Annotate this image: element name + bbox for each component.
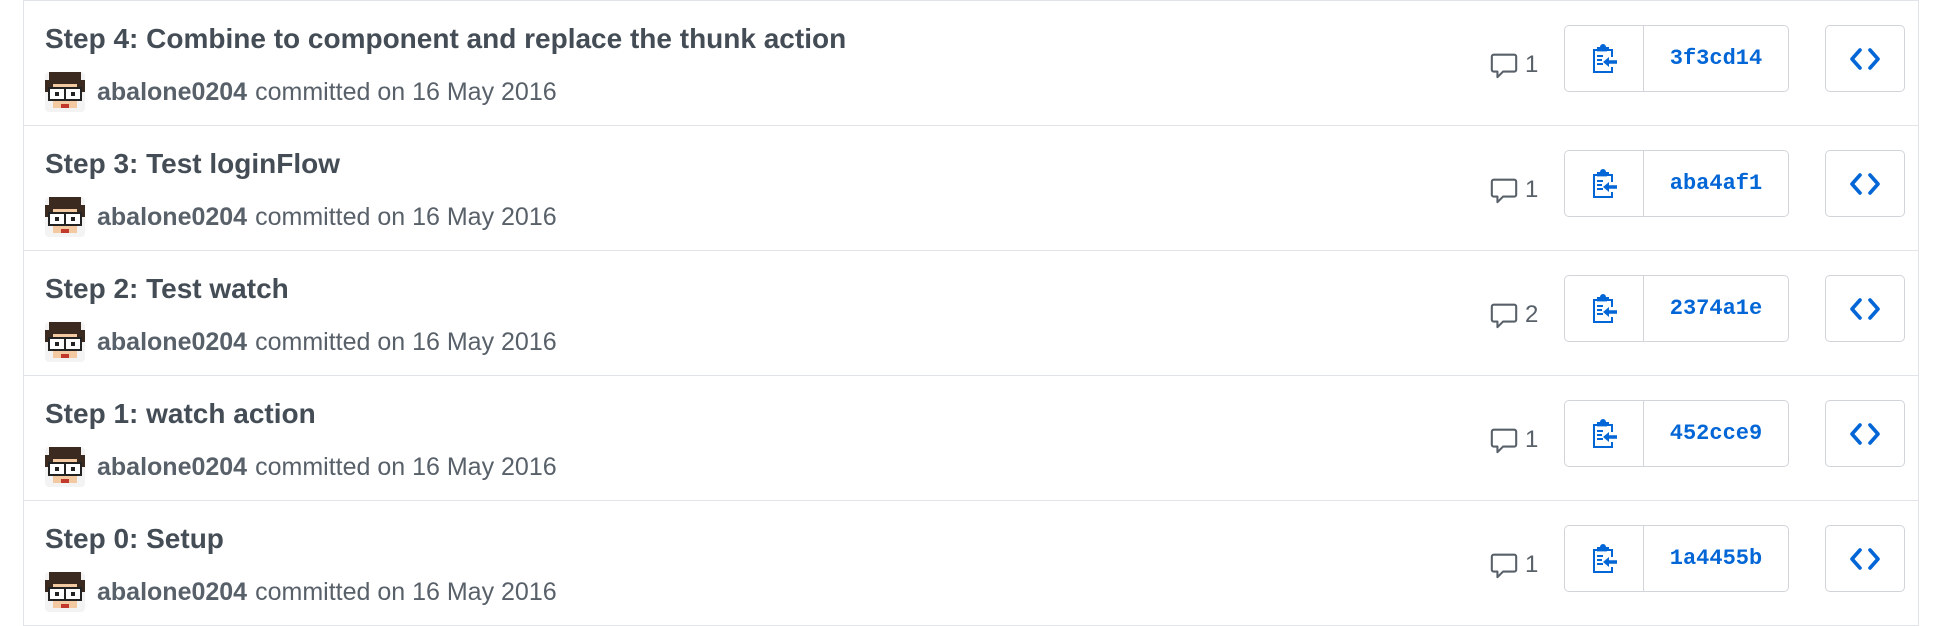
commit-meta: abalone0204 committed on 16 May 2016 bbox=[45, 72, 557, 112]
commit-author-link[interactable]: abalone0204 bbox=[97, 328, 247, 357]
commit-author-link[interactable]: abalone0204 bbox=[97, 578, 247, 607]
pixel-avatar-icon bbox=[45, 72, 85, 112]
clippy-icon bbox=[1593, 418, 1617, 448]
commit-meta: abalone0204 committed on 16 May 2016 bbox=[45, 197, 557, 237]
commit-row: Step 2: Test watch abalone0204 committed bbox=[24, 251, 1918, 376]
sha-button-group: 452cce9 bbox=[1564, 400, 1789, 467]
copy-sha-button[interactable] bbox=[1565, 401, 1644, 466]
author-avatar[interactable] bbox=[45, 197, 85, 237]
commit-date: committed on 16 May 2016 bbox=[255, 327, 557, 356]
code-icon bbox=[1850, 422, 1880, 445]
copy-sha-button[interactable] bbox=[1565, 276, 1644, 341]
code-icon bbox=[1850, 172, 1880, 195]
browse-files-button[interactable] bbox=[1825, 25, 1905, 92]
code-icon bbox=[1850, 297, 1880, 320]
commit-date: committed on 16 May 2016 bbox=[255, 577, 557, 606]
commit-title-link[interactable]: Step 2: Test watch bbox=[45, 273, 289, 305]
author-avatar[interactable] bbox=[45, 72, 85, 112]
browse-files-button[interactable] bbox=[1825, 400, 1905, 467]
author-avatar[interactable] bbox=[45, 572, 85, 612]
comment-icon bbox=[1490, 178, 1518, 204]
pixel-avatar-icon bbox=[45, 197, 85, 237]
commit-date: committed on 16 May 2016 bbox=[255, 77, 557, 106]
comment-count-link[interactable]: 1 bbox=[1489, 47, 1538, 83]
commit-sha-link[interactable]: aba4af1 bbox=[1644, 151, 1788, 216]
commit-title-link[interactable]: Step 3: Test loginFlow bbox=[45, 148, 340, 180]
commit-author-link[interactable]: abalone0204 bbox=[97, 453, 247, 482]
comment-count-link[interactable]: 1 bbox=[1489, 422, 1538, 458]
pixel-avatar-icon bbox=[45, 322, 85, 362]
clippy-icon bbox=[1593, 293, 1617, 323]
sha-button-group: 3f3cd14 bbox=[1564, 25, 1789, 92]
commit-row: Step 0: Setup abalone0204 committed on 1… bbox=[24, 501, 1918, 626]
commit-sha-link[interactable]: 452cce9 bbox=[1644, 401, 1788, 466]
comment-count-link[interactable]: 1 bbox=[1489, 547, 1538, 583]
sha-button-group: 1a4455b bbox=[1564, 525, 1789, 592]
browse-files-button[interactable] bbox=[1825, 525, 1905, 592]
comment-count-link[interactable]: 1 bbox=[1489, 172, 1538, 208]
commit-row: Step 3: Test loginFlow abalone0204 commi… bbox=[24, 126, 1918, 251]
commit-sha-link[interactable]: 3f3cd14 bbox=[1644, 26, 1788, 91]
commit-author-link[interactable]: abalone0204 bbox=[97, 78, 247, 107]
comment-icon bbox=[1490, 428, 1518, 454]
pixel-avatar-icon bbox=[45, 572, 85, 612]
commit-list: Step 4: Combine to component and replace… bbox=[23, 0, 1919, 626]
commit-title-link[interactable]: Step 0: Setup bbox=[45, 523, 224, 555]
commit-date: committed on 16 May 2016 bbox=[255, 452, 557, 481]
commit-title-link[interactable]: Step 1: watch action bbox=[45, 398, 316, 430]
commit-meta: abalone0204 committed on 16 May 2016 bbox=[45, 447, 557, 487]
comment-icon bbox=[1490, 53, 1518, 79]
comment-count: 2 bbox=[1525, 301, 1539, 328]
pixel-avatar-icon bbox=[45, 447, 85, 487]
comment-count-link[interactable]: 2 bbox=[1489, 297, 1538, 333]
commit-author-link[interactable]: abalone0204 bbox=[97, 203, 247, 232]
clippy-icon bbox=[1593, 168, 1617, 198]
code-icon bbox=[1850, 47, 1880, 70]
commit-meta: abalone0204 committed on 16 May 2016 bbox=[45, 572, 557, 612]
clippy-icon bbox=[1593, 543, 1617, 573]
sha-button-group: aba4af1 bbox=[1564, 150, 1789, 217]
author-avatar[interactable] bbox=[45, 322, 85, 362]
sha-button-group: 2374a1e bbox=[1564, 275, 1789, 342]
code-icon bbox=[1850, 547, 1880, 570]
comment-icon bbox=[1490, 303, 1518, 329]
commit-sha-link[interactable]: 2374a1e bbox=[1644, 276, 1788, 341]
commit-row: Step 4: Combine to component and replace… bbox=[24, 1, 1918, 126]
clippy-icon bbox=[1593, 43, 1617, 73]
commit-meta: abalone0204 committed on 16 May 2016 bbox=[45, 322, 557, 362]
comment-count: 1 bbox=[1525, 426, 1539, 453]
commit-sha-link[interactable]: 1a4455b bbox=[1644, 526, 1788, 591]
comment-count: 1 bbox=[1525, 176, 1539, 203]
browse-files-button[interactable] bbox=[1825, 150, 1905, 217]
commit-row: Step 1: watch action abalone0204 committ… bbox=[24, 376, 1918, 501]
copy-sha-button[interactable] bbox=[1565, 151, 1644, 216]
commit-title-link[interactable]: Step 4: Combine to component and replace… bbox=[45, 23, 846, 55]
copy-sha-button[interactable] bbox=[1565, 526, 1644, 591]
comment-count: 1 bbox=[1525, 551, 1539, 578]
comment-count: 1 bbox=[1525, 51, 1539, 78]
browse-files-button[interactable] bbox=[1825, 275, 1905, 342]
commit-date: committed on 16 May 2016 bbox=[255, 202, 557, 231]
author-avatar[interactable] bbox=[45, 447, 85, 487]
copy-sha-button[interactable] bbox=[1565, 26, 1644, 91]
comment-icon bbox=[1490, 553, 1518, 579]
